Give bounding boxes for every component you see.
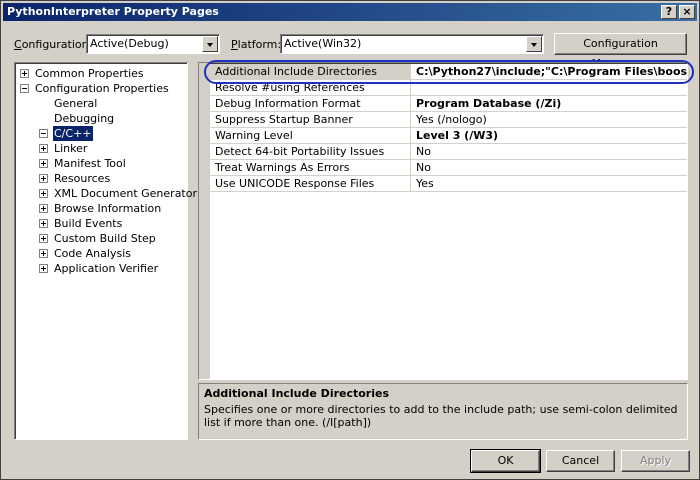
description-title: Additional Include Directories (204, 387, 390, 400)
property-row[interactable]: Detect 64-bit Portability Issues No (210, 144, 687, 160)
tree-item[interactable]: Common Properties (20, 66, 183, 81)
tree-item-label: Build Events (54, 217, 123, 230)
property-name: Detect 64-bit Portability Issues (210, 144, 411, 159)
description-panel: Additional Include Directories Specifies… (198, 383, 688, 440)
property-tree[interactable]: Common Properties Configuration Propertie… (14, 62, 197, 440)
window-title: PythonInterpreter Property Pages (7, 5, 219, 18)
property-row[interactable]: Debug Information Format Program Database… (210, 96, 687, 112)
tree-item[interactable]: Custom Build Step (39, 231, 183, 246)
tree-item[interactable]: C/C++ (39, 126, 183, 141)
tree-item[interactable]: General (39, 96, 183, 111)
chevron-down-icon[interactable] (526, 36, 542, 52)
property-value[interactable] (412, 80, 687, 95)
property-name: Additional Include Directories (210, 64, 411, 79)
expand-plus-icon[interactable] (39, 219, 48, 228)
help-button[interactable]: ? (661, 5, 677, 19)
collapse-minus-icon[interactable] (20, 84, 29, 93)
tree-item-label: Browse Information (54, 202, 162, 215)
property-value[interactable]: C:\Python27\include;"C:\Program Files\bo… (412, 64, 687, 79)
platform-value: Active(Win32) (284, 37, 362, 50)
configuration-value: Active(Debug) (90, 37, 169, 50)
property-value[interactable]: Yes (/nologo) (412, 112, 687, 127)
property-row[interactable]: Warning Level Level 3 (/W3) (210, 128, 687, 144)
property-name: Use UNICODE Response Files (210, 176, 411, 191)
configuration-manager-button[interactable]: Configuration Manager... (554, 33, 687, 70)
tree-item[interactable]: Configuration Properties (20, 81, 183, 96)
property-name: Suppress Startup Banner (210, 112, 411, 127)
tree-item-label: Code Analysis (54, 247, 131, 260)
tree-item[interactable]: Debugging (39, 111, 183, 126)
property-value[interactable]: Level 3 (/W3) (412, 128, 687, 143)
configuration-label: Configuration: (14, 38, 93, 51)
tree-item[interactable]: Linker (39, 141, 183, 156)
tree-item-label: General (54, 97, 98, 110)
title-bar[interactable]: PythonInterpreter Property Pages ? × (3, 3, 697, 21)
expand-plus-icon[interactable] (39, 144, 48, 153)
property-row[interactable]: Use UNICODE Response Files Yes (210, 176, 687, 192)
configuration-select[interactable]: Active(Debug) (86, 34, 220, 54)
tree-item-label: C/C++ (53, 126, 93, 141)
property-row[interactable]: Suppress Startup Banner Yes (/nologo) (210, 112, 687, 128)
property-value[interactable]: Yes (412, 176, 687, 191)
tree-item-label: Common Properties (35, 67, 144, 80)
property-grid[interactable]: Additional Include Directories C:\Python2… (198, 62, 688, 380)
description-body: Specifies one or more directories to add… (204, 403, 678, 429)
property-pages-dialog: PythonInterpreter Property Pages ? × Con… (0, 0, 700, 480)
property-name: Resolve #using References (210, 80, 411, 95)
property-name: Debug Information Format (210, 96, 411, 111)
expand-plus-icon[interactable] (39, 249, 48, 258)
tree-item-label: Manifest Tool (54, 157, 126, 170)
tree-item-label: Linker (54, 142, 88, 155)
property-row[interactable]: Resolve #using References (210, 80, 687, 96)
tree-item-label: Configuration Properties (35, 82, 169, 95)
tree-item[interactable]: XML Document Generator (39, 186, 197, 201)
close-button[interactable]: × (679, 5, 695, 19)
tree-item[interactable]: Manifest Tool (39, 156, 183, 171)
expand-plus-icon[interactable] (39, 189, 48, 198)
tree-item[interactable]: Build Events (39, 216, 183, 231)
expand-plus-icon[interactable] (20, 69, 29, 78)
tree-item[interactable]: Resources (39, 171, 183, 186)
chevron-down-icon[interactable] (202, 36, 218, 52)
tree-item-label: Custom Build Step (54, 232, 156, 245)
grid-margin (199, 63, 210, 379)
property-row[interactable]: Treat Warnings As Errors No (210, 160, 687, 176)
property-row[interactable]: Additional Include Directories C:\Python2… (210, 64, 687, 80)
expand-plus-icon[interactable] (39, 264, 48, 273)
tree-item[interactable]: Browse Information (39, 201, 183, 216)
platform-label: Platform: (231, 38, 282, 51)
property-value[interactable]: No (412, 160, 687, 175)
property-value[interactable]: Program Database (/Zi) (412, 96, 687, 111)
expand-plus-icon[interactable] (39, 159, 48, 168)
tree-item-label: Debugging (54, 112, 115, 125)
expand-plus-icon[interactable] (39, 204, 48, 213)
apply-button[interactable]: Apply (621, 450, 690, 472)
ok-button[interactable]: OK (470, 449, 541, 473)
property-value[interactable]: No (412, 144, 687, 159)
property-name: Warning Level (210, 128, 411, 143)
property-name: Treat Warnings As Errors (210, 160, 411, 175)
expand-plus-icon[interactable] (39, 234, 48, 243)
tree-item-label: Application Verifier (54, 262, 159, 275)
tree-item[interactable]: Code Analysis (39, 246, 183, 261)
tree-item-label: XML Document Generator (54, 187, 197, 200)
tree-item[interactable]: Application Verifier (39, 261, 183, 276)
platform-select[interactable]: Active(Win32) (280, 34, 544, 54)
tree-item-label: Resources (54, 172, 111, 185)
expand-plus-icon[interactable] (39, 174, 48, 183)
cancel-button[interactable]: Cancel (546, 450, 615, 472)
collapse-minus-icon[interactable] (39, 129, 48, 138)
